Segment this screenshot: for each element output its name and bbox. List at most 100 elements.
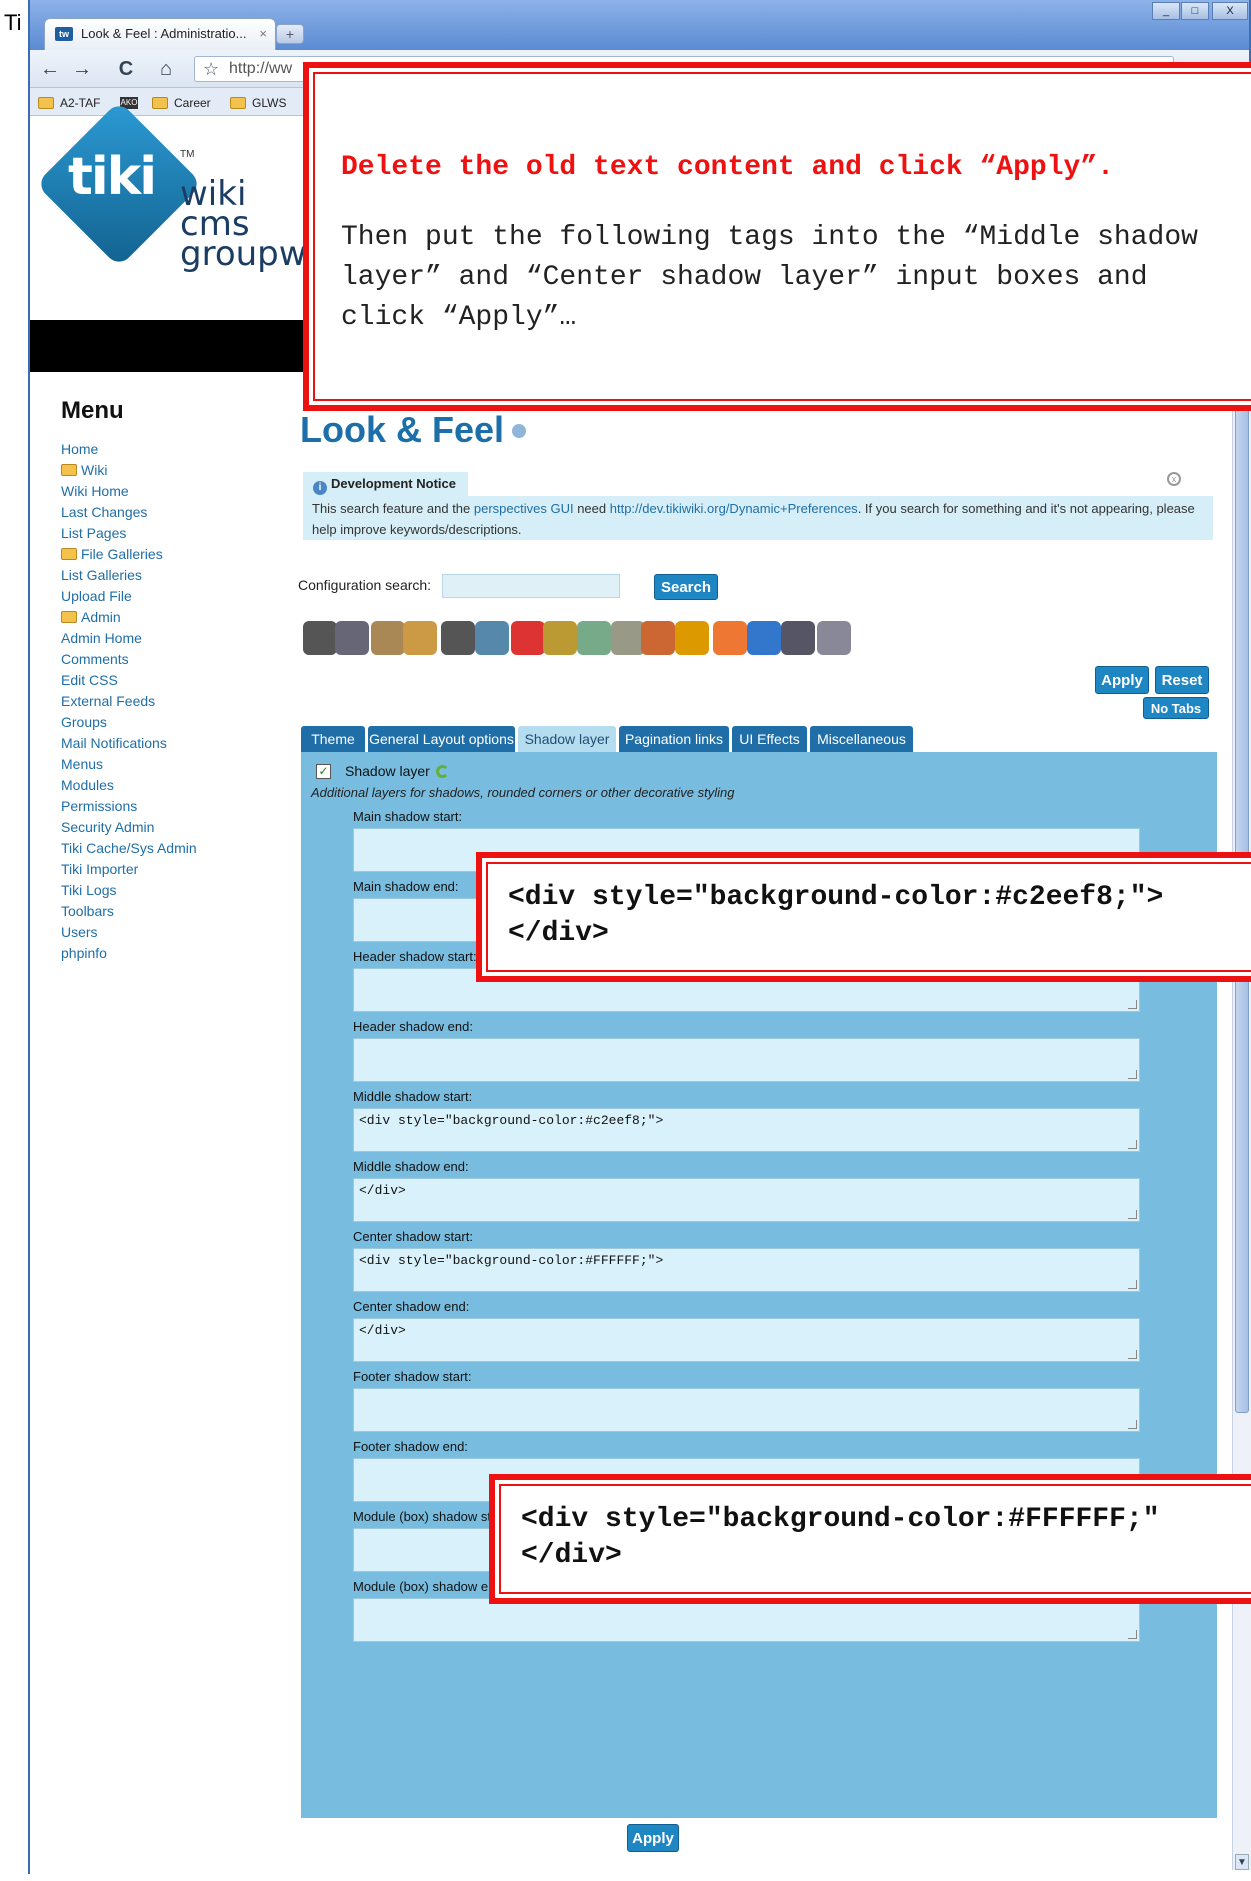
minimize-button[interactable]: _ xyxy=(1152,2,1180,20)
close-window-button[interactable]: X xyxy=(1212,2,1248,20)
menu-item[interactable]: List Galleries xyxy=(61,565,197,586)
bookmark-item[interactable]: GLWS xyxy=(230,94,286,112)
field-label: Center shadow end: xyxy=(353,1299,470,1314)
text-icon[interactable] xyxy=(781,621,815,655)
menu-item-label: External Feeds xyxy=(61,693,156,709)
vertical-scrollbar[interactable]: ▼ xyxy=(1232,330,1251,1870)
menu-item-label: Admin Home xyxy=(61,630,142,646)
menu-item[interactable]: File Galleries xyxy=(61,544,197,565)
tab-ui-effects[interactable]: UI Effects xyxy=(732,726,807,752)
tab-close-icon[interactable]: × xyxy=(259,19,267,49)
menu-item-label: Last Changes xyxy=(61,504,148,520)
menu-item[interactable]: Menus xyxy=(61,754,197,775)
search-button[interactable]: Search xyxy=(654,574,718,600)
shadow-textarea[interactable]: <div style="background-color:#c2eef8;"> xyxy=(353,1108,1140,1152)
menu-item-label: Upload File xyxy=(61,588,132,604)
tab-pagination-links[interactable]: Pagination links xyxy=(619,726,729,752)
tab-miscellaneous[interactable]: Miscellaneous xyxy=(810,726,913,752)
bookmark-label: Career xyxy=(174,96,211,110)
tab-theme[interactable]: Theme xyxy=(301,726,365,752)
community-icon[interactable] xyxy=(403,621,437,655)
shadow-textarea[interactable] xyxy=(353,1388,1140,1432)
shadow-textarea[interactable]: </div> xyxy=(353,1318,1140,1362)
forward-icon[interactable]: → xyxy=(68,55,96,83)
lock-icon[interactable] xyxy=(675,621,709,655)
center-code-callout: <div style="background-color:#FFFFFF;" <… xyxy=(489,1474,1251,1604)
perspectives-link[interactable]: perspectives GUI xyxy=(474,501,574,516)
scroll-down-icon[interactable]: ▼ xyxy=(1235,1854,1249,1870)
book-icon[interactable] xyxy=(441,621,475,655)
menu-item[interactable]: Upload File xyxy=(61,586,197,607)
menu-item[interactable]: Edit CSS xyxy=(61,670,197,691)
no-tabs-button[interactable]: No Tabs xyxy=(1143,697,1209,719)
menu-item-label: Tiki Logs xyxy=(61,882,117,898)
maximize-button[interactable]: □ xyxy=(1181,2,1209,20)
notice-body: This search feature and the perspectives… xyxy=(303,496,1213,540)
bookmark-item[interactable]: A2-TAF xyxy=(38,94,100,112)
apply-button-bottom[interactable]: Apply xyxy=(627,1824,679,1852)
menu-item[interactable]: phpinfo xyxy=(61,943,197,964)
shadow-layer-checkbox[interactable]: ✓ xyxy=(316,764,331,779)
menu-item[interactable]: Users xyxy=(61,922,197,943)
notice-text: This search feature and the xyxy=(312,501,474,516)
field-label: Header shadow start: xyxy=(353,949,477,964)
mail-icon[interactable] xyxy=(611,621,645,655)
shadow-textarea[interactable]: </div> xyxy=(353,1178,1140,1222)
menu-item[interactable]: Groups xyxy=(61,712,197,733)
shadow-textarea[interactable]: <div style="background-color:#FFFFFF;"> xyxy=(353,1248,1140,1292)
shadow-textarea[interactable] xyxy=(353,1038,1140,1082)
notice-close-icon[interactable]: x xyxy=(1167,472,1181,486)
reload-icon[interactable]: C xyxy=(112,55,140,83)
calendar-icon[interactable] xyxy=(641,621,675,655)
shadow-layer-label: Shadow layer xyxy=(345,763,449,779)
folder-icon xyxy=(61,611,77,623)
menu-item[interactable]: Wiki xyxy=(61,460,197,481)
menu-item[interactable]: Security Admin xyxy=(61,817,197,838)
config-search-input[interactable] xyxy=(442,574,620,598)
field-label: Footer shadow end: xyxy=(353,1439,468,1454)
menu-item-label: Mail Notifications xyxy=(61,735,167,751)
plugins-icon[interactable] xyxy=(577,621,611,655)
menu-item[interactable]: Modules xyxy=(61,775,197,796)
tab-shadow-layer[interactable]: Shadow layer xyxy=(518,726,616,752)
menu-item-label: Home xyxy=(61,441,99,457)
menu-item[interactable]: Admin xyxy=(61,607,197,628)
bookmark-star-icon[interactable]: ☆ xyxy=(203,57,219,81)
layers-icon[interactable] xyxy=(817,621,851,655)
menu-item-label: Security Admin xyxy=(61,819,155,835)
user-group-icon[interactable] xyxy=(371,621,405,655)
dev-tikiwiki-link[interactable]: http://dev.tikiwiki.org/Dynamic+Preferen… xyxy=(610,501,858,516)
tools-icon[interactable] xyxy=(303,621,337,655)
tab-general-layout-options[interactable]: General Layout options xyxy=(368,726,515,752)
rss-icon[interactable] xyxy=(713,621,747,655)
menu-item[interactable]: Home xyxy=(61,439,197,460)
reset-button[interactable]: Reset xyxy=(1155,666,1209,694)
shadow-textarea[interactable] xyxy=(353,1598,1140,1642)
menu-item-label: Groups xyxy=(61,714,107,730)
browser-tab[interactable]: tw Look & Feel : Administratio... × xyxy=(44,18,276,50)
menu-item[interactable]: Mail Notifications xyxy=(61,733,197,754)
back-icon[interactable]: ← xyxy=(36,55,64,83)
home-icon[interactable]: ⌂ xyxy=(152,55,180,83)
power-icon[interactable] xyxy=(335,621,369,655)
flag-icon[interactable] xyxy=(511,621,545,655)
menu-item[interactable]: Comments xyxy=(61,649,197,670)
edit-icon[interactable] xyxy=(543,621,577,655)
menu-item[interactable]: Tiki Logs xyxy=(61,880,197,901)
menu-item[interactable]: Admin Home xyxy=(61,628,197,649)
menu-item[interactable]: List Pages xyxy=(61,523,197,544)
bookmark-item[interactable]: Career xyxy=(152,94,211,112)
picture-icon[interactable] xyxy=(475,621,509,655)
menu-item[interactable]: Wiki Home xyxy=(61,481,197,502)
refresh-icon[interactable] xyxy=(435,765,449,778)
menu-item[interactable]: Toolbars xyxy=(61,901,197,922)
menu-item[interactable]: Last Changes xyxy=(61,502,197,523)
apply-button-top[interactable]: Apply xyxy=(1095,666,1149,694)
menu-item[interactable]: Tiki Cache/Sys Admin xyxy=(61,838,197,859)
menu-item[interactable]: Tiki Importer xyxy=(61,859,197,880)
menu-item[interactable]: Permissions xyxy=(61,796,197,817)
menu-item[interactable]: External Feeds xyxy=(61,691,197,712)
globe-icon[interactable] xyxy=(747,621,781,655)
help-icon[interactable] xyxy=(512,424,527,438)
new-tab-button[interactable]: + xyxy=(276,24,304,44)
